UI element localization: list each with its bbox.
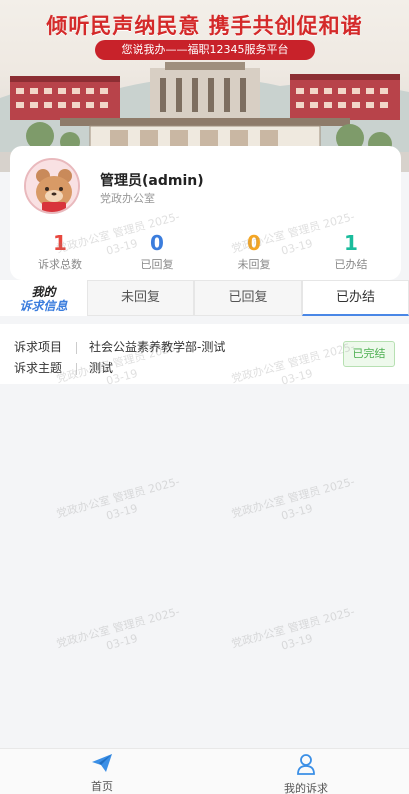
stat-replied[interactable]: 0 已回复 — [117, 232, 197, 272]
tab-replied[interactable]: 已回复 — [194, 280, 302, 316]
stat-unreplied[interactable]: 0 未回复 — [214, 232, 294, 272]
watermark: 党政办公室 管理员 2025-03-19 — [230, 475, 357, 523]
stat-replied-label: 已回复 — [140, 258, 174, 271]
nav-home[interactable]: 首页 — [42, 753, 162, 794]
subject-key: 诉求主题 — [14, 361, 63, 375]
stat-unreplied-label: 未回复 — [237, 258, 271, 271]
avatar[interactable] — [24, 158, 80, 214]
complaint-list-item[interactable]: 诉求项目 社会公益素养教学部-测试 诉求主题 测试 已完结 — [0, 324, 409, 384]
stat-total[interactable]: 1 诉求总数 — [20, 232, 100, 272]
my-complaints-logo: 我的 诉求信息 — [0, 280, 87, 316]
logo-line1: 我的 — [31, 285, 56, 299]
nav-home-label: 首页 — [91, 780, 113, 793]
subject-value: 测试 — [89, 361, 114, 375]
stat-total-value: 1 — [53, 231, 67, 255]
nav-mine-label: 我的诉求 — [284, 782, 328, 794]
paper-plane-icon — [92, 754, 112, 772]
user-name: 管理员(admin) — [100, 173, 204, 189]
profile-card: 管理员(admin) 党政办公室 1 诉求总数 0 已回复 0 未回复 1 已办… — [10, 146, 401, 280]
banner-title: 倾听民声纳民意 携手共创促和谐 — [46, 14, 363, 38]
divider — [76, 362, 77, 375]
watermark: 党政办公室 管理员 2025-03-19 — [55, 475, 182, 523]
user-icon — [297, 754, 315, 775]
watermark: 党政办公室 管理员 2025-03-19 — [230, 605, 357, 653]
stat-replied-value: 0 — [150, 231, 164, 255]
user-department: 党政办公室 — [100, 192, 155, 205]
project-key: 诉求项目 — [14, 340, 63, 354]
status-badge: 已完结 — [343, 341, 395, 367]
bottom-nav: 首页 我的诉求 — [0, 748, 409, 794]
divider — [76, 341, 77, 354]
stat-closed[interactable]: 1 已办结 — [311, 232, 391, 272]
tab-closed[interactable]: 已办结 — [302, 280, 409, 316]
tab-unreplied[interactable]: 未回复 — [87, 280, 194, 316]
bear-avatar-icon — [26, 160, 78, 212]
stat-unreplied-value: 0 — [247, 231, 261, 255]
stat-total-label: 诉求总数 — [38, 258, 82, 271]
stat-closed-label: 已办结 — [334, 258, 368, 271]
logo-line2: 诉求信息 — [19, 299, 68, 313]
complaint-subject-row: 诉求主题 测试 — [14, 359, 113, 376]
stat-closed-value: 1 — [344, 231, 358, 255]
watermark: 党政办公室 管理员 2025-03-19 — [55, 605, 182, 653]
project-value: 社会公益素养教学部-测试 — [89, 340, 226, 354]
nav-my-complaints[interactable]: 我的诉求 — [246, 753, 366, 794]
banner-ribbon: 您说我办——福职12345服务平台 — [95, 40, 315, 60]
complaint-project-row: 诉求项目 社会公益素养教学部-测试 — [14, 338, 225, 355]
stats-row: 1 诉求总数 0 已回复 0 未回复 1 已办结 — [10, 232, 401, 276]
status-tabs: 我的 诉求信息 未回复 已回复 已办结 — [0, 280, 409, 316]
